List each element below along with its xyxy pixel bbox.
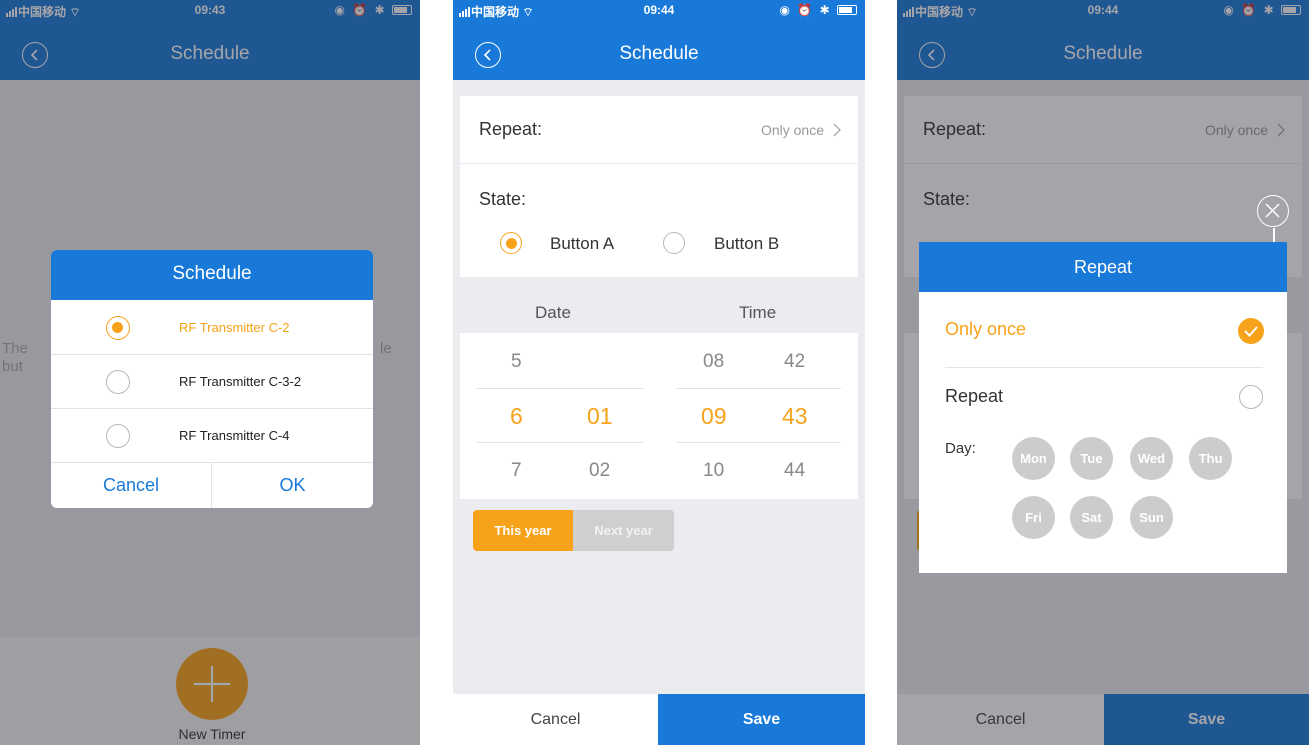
dialog-title: Schedule: [172, 263, 252, 284]
time-header: Time: [739, 303, 777, 322]
cancel-button[interactable]: Cancel: [453, 694, 658, 745]
hour-next: 10: [703, 460, 725, 481]
dialog-header: Schedule: [51, 250, 373, 300]
device-option-c4[interactable]: RF Transmitter C-4: [51, 409, 373, 462]
dialog-ok-button[interactable]: OK: [212, 463, 373, 508]
state-section: State: Button A Button B: [460, 164, 858, 277]
day-selected: 01: [587, 403, 613, 429]
status-bar: 中国移动 ⌔ 09:44 ◉ ⏰ ✱: [453, 0, 865, 22]
device-select-dialog: Schedule RF Transmitter C-2 RF Transmitt…: [51, 250, 373, 508]
check-selected-icon: [1238, 318, 1264, 344]
day-fri[interactable]: Fri: [1012, 496, 1055, 539]
radio-selected-icon: [106, 316, 130, 340]
repeat-modal: Repeat Only once Repeat Day: Mon Tue Wed…: [919, 242, 1287, 573]
repeat-row[interactable]: Repeat: Only once: [460, 96, 858, 163]
picker-divider: [477, 388, 643, 389]
button-a-label: Button A: [550, 234, 615, 253]
repeat-modal-title: Repeat: [1073, 257, 1133, 277]
hour-prev: 08: [703, 351, 725, 372]
lock-rotation-icon: ◉: [779, 3, 792, 17]
repeat-modal-header: Repeat: [919, 242, 1287, 292]
radio-unselected-icon: [106, 424, 130, 448]
day-thu[interactable]: Thu: [1189, 437, 1232, 480]
page-title: Schedule: [619, 43, 699, 64]
device-option-label: RF Transmitter C-3-2: [179, 374, 302, 389]
day-next: 02: [589, 460, 611, 481]
screen-schedule-edit: Schedule 中国移动 ⌔ 09:44 ◉ ⏰ ✱ Repeat: Only…: [453, 0, 865, 745]
date-header: Date: [535, 303, 571, 322]
chevron-right-icon: [833, 123, 841, 137]
screen-schedule-device-select: Schedule 中国移动 ⌔ 09:43 ◉ ⏰ ✱ The but le N…: [0, 0, 420, 745]
day-mon[interactable]: Mon: [1012, 437, 1055, 480]
repeat-label: Repeat:: [479, 119, 543, 139]
state-label: State:: [479, 189, 527, 209]
this-year-button[interactable]: This year: [473, 510, 573, 551]
next-year-button[interactable]: Next year: [573, 510, 674, 551]
date-time-picker[interactable]: 5 6 7 01 02 08 09 10 42 43 44: [460, 333, 858, 499]
state-button-a[interactable]: Button A: [500, 230, 640, 258]
day-tue[interactable]: Tue: [1070, 437, 1113, 480]
option-only-once[interactable]: Only once: [919, 292, 1287, 367]
close-modal-button[interactable]: [1257, 195, 1289, 227]
minute-prev: 42: [784, 351, 806, 372]
device-option-c3-2[interactable]: RF Transmitter C-3-2: [51, 355, 373, 408]
radio-selected-icon: [500, 232, 522, 254]
month-selected: 6: [510, 403, 523, 429]
picker-divider: [477, 442, 643, 443]
only-once-label: Only once: [945, 319, 1027, 339]
month-prev: 5: [511, 351, 522, 372]
device-option-label: RF Transmitter C-2: [179, 320, 290, 335]
month-next: 7: [511, 460, 522, 481]
dialog-cancel-button[interactable]: Cancel: [51, 463, 211, 508]
minute-next: 44: [784, 460, 806, 481]
bluetooth-icon: ✱: [819, 3, 832, 17]
day-label: Day:: [945, 440, 976, 457]
device-option-label: RF Transmitter C-4: [179, 428, 290, 443]
repeat-option-label: Repeat: [945, 386, 1004, 406]
button-b-label: Button B: [714, 234, 780, 253]
state-button-b[interactable]: Button B: [663, 230, 813, 258]
alarm-icon: ⏰: [797, 3, 815, 17]
device-option-c2[interactable]: RF Transmitter C-2: [51, 300, 373, 354]
option-repeat[interactable]: Repeat: [919, 368, 1287, 428]
screen-schedule-repeat: Schedule 中国移动 ⌔ 09:44 ◉ ⏰ ✱ Repeat: Only…: [897, 0, 1309, 745]
year-toggle: This year Next year: [473, 510, 674, 551]
picker-divider: [677, 388, 841, 389]
picker-divider: [677, 442, 841, 443]
repeat-value: Only once: [760, 122, 824, 138]
radio-unselected-icon: [1239, 385, 1263, 409]
day-sun[interactable]: Sun: [1130, 496, 1173, 539]
radio-unselected-icon: [106, 370, 130, 394]
day-wed[interactable]: Wed: [1130, 437, 1173, 480]
save-button[interactable]: Save: [658, 694, 865, 745]
hour-selected: 09: [701, 403, 727, 429]
battery-icon: [837, 5, 857, 15]
close-icon: [1265, 203, 1280, 218]
day-sat[interactable]: Sat: [1070, 496, 1113, 539]
radio-unselected-icon: [663, 232, 685, 254]
minute-selected: 43: [782, 403, 808, 429]
